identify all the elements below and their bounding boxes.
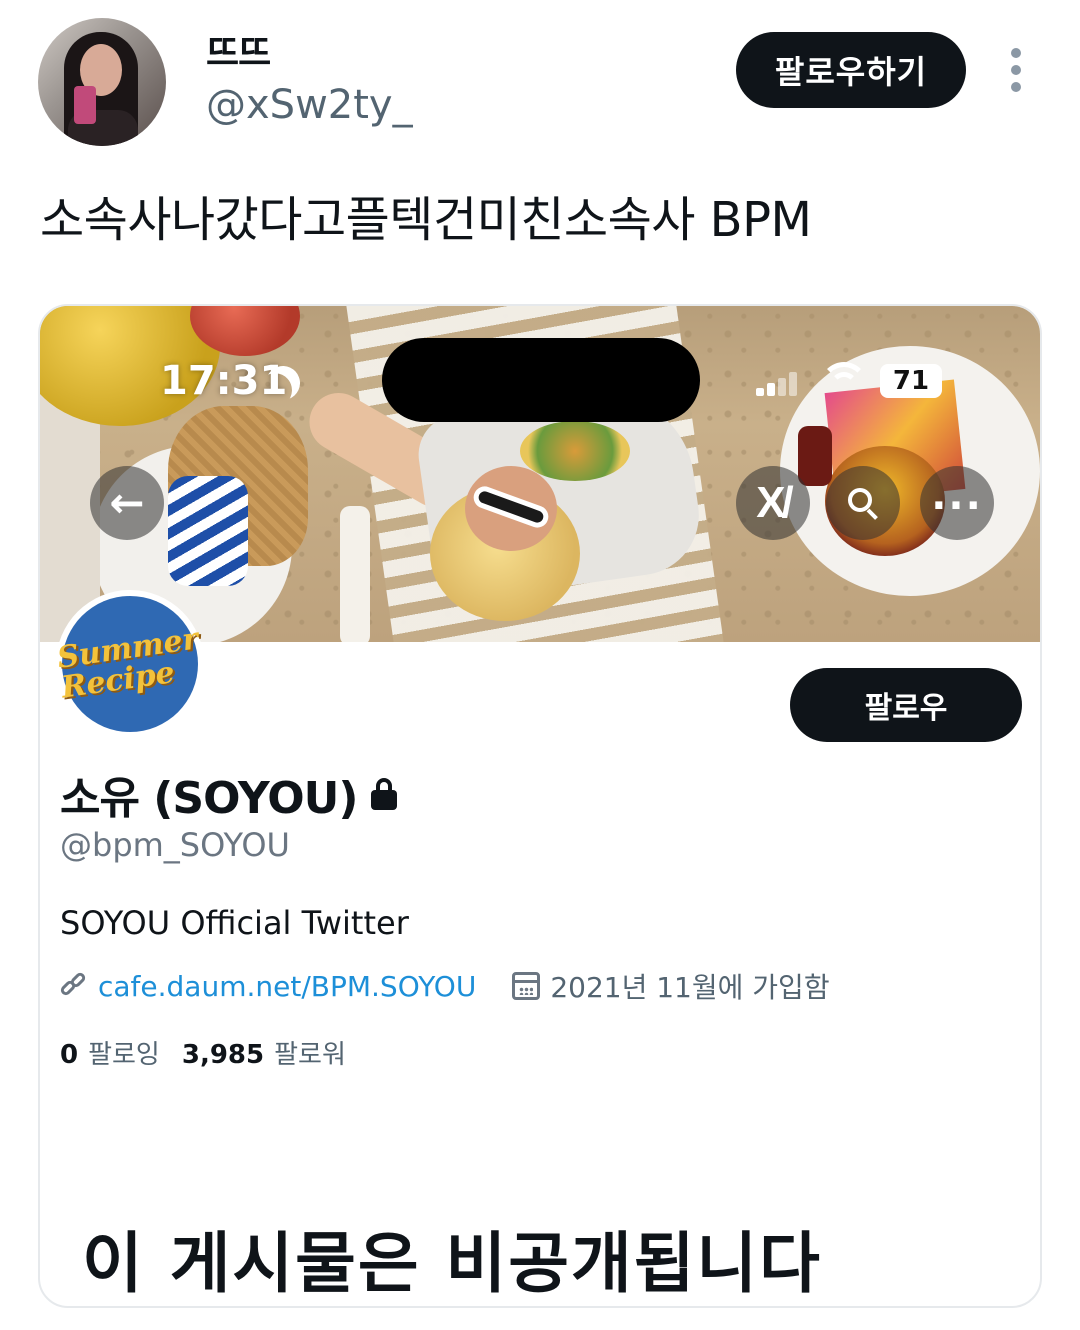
striped-towel [168,476,248,586]
profile-name-row: 소유 (SOYOU) [60,762,398,826]
redaction-bar [382,338,700,422]
profile-bio: SOYOU Official Twitter [60,904,409,942]
tweet-text: 소속사나갔다고플텍건미친소속사 BPM [40,192,812,248]
more-vertical-icon[interactable] [1004,48,1028,92]
link-icon [58,970,90,1001]
join-date: 2021년 11월에 가입함 [550,971,830,1004]
following-count[interactable]: 0 [60,1040,78,1070]
follow-counts: 0 팔로잉 3,985 팔로워 [60,1034,358,1071]
profile-banner: 17:31 71 ← X/ ... [40,306,1040,642]
author-display-name[interactable]: 뜨뜨 [206,24,271,76]
followers-count[interactable]: 3,985 [182,1040,264,1070]
profile-name: 소유 (SOYOU) [60,773,358,824]
calendar-icon [512,972,541,1000]
following-label[interactable]: 팔로잉 [88,1034,160,1071]
lock-icon [371,778,398,810]
back-arrow-icon[interactable]: ← [90,466,164,540]
x-logo-icon[interactable]: X/ [736,466,810,540]
author-avatar[interactable] [38,18,166,146]
summer-recipe-logo: Summer Recipe [55,621,201,706]
more-horizontal-icon[interactable]: ... [920,466,994,540]
profile-link[interactable]: cafe.daum.net/BPM.SOYOU [98,970,476,1003]
battery-icon: 71 [880,364,942,398]
search-icon[interactable] [826,466,900,540]
signal-icon [756,372,797,396]
profile-follow-button[interactable]: 팔로우 [790,668,1022,742]
avatar-phone [74,86,96,124]
profile-avatar[interactable]: Summer Recipe [55,590,204,738]
profile-handle: @bpm_SOYOU [60,826,290,864]
overlay-caption: 이 게시물은 비공개됩니다 [82,1225,822,1302]
wifi-icon [820,362,868,398]
followers-label[interactable]: 팔로워 [274,1034,346,1071]
follow-button[interactable]: 팔로우하기 [736,32,966,108]
author-handle[interactable]: @xSw2ty_ [206,82,413,128]
attached-image[interactable]: 17:31 71 ← X/ ... Summer Recipe 팔로우 소유 (S… [38,304,1042,1308]
profile-meta: cafe.daum.net/BPM.SOYOU 2021년 11월에 가입함 [58,966,830,1006]
